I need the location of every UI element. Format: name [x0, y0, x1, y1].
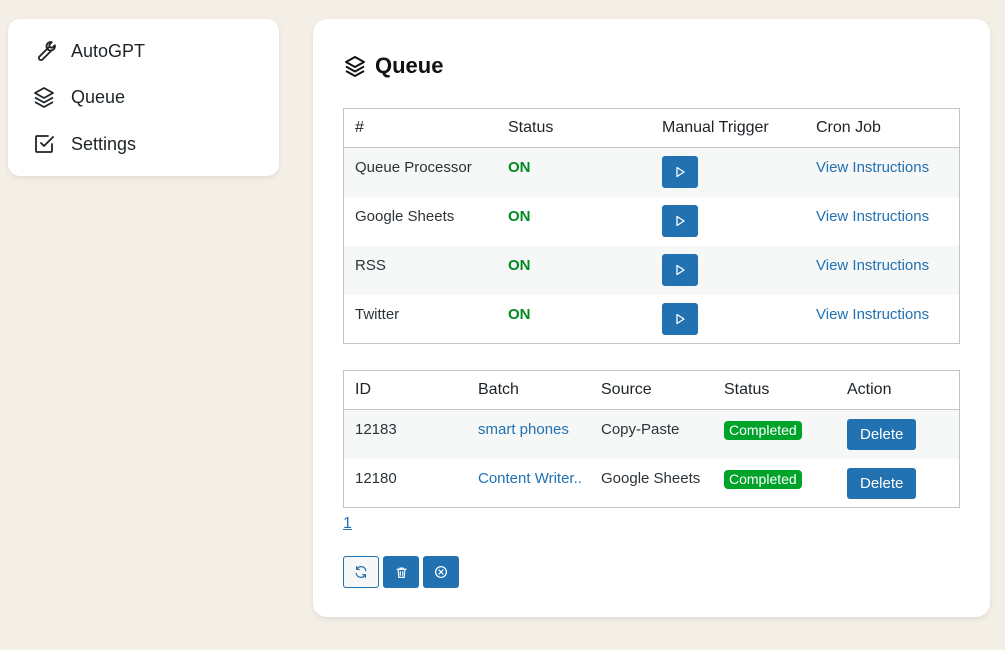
queue-id: 12183 — [343, 409, 467, 459]
status-badge: Completed — [724, 469, 802, 489]
status-on: ON — [508, 305, 531, 323]
status-badge: Completed — [724, 421, 802, 440]
delete-all-button[interactable] — [383, 556, 419, 588]
queue-id: 12180 — [355, 469, 397, 487]
table-row: Twitter ON View Instructions — [344, 295, 960, 344]
trigger-button[interactable] — [662, 156, 698, 188]
wrench-icon — [32, 39, 56, 63]
column-header: Source — [590, 370, 713, 410]
play-icon — [676, 215, 685, 226]
play-icon — [676, 264, 685, 275]
column-header: # — [343, 108, 497, 148]
status-on: ON — [508, 256, 531, 274]
table-row: 12183 smart phones Copy-Paste Completed … — [343, 409, 960, 459]
main-panel: Queue # Status Manual Trigger Cron Job Q… — [313, 19, 990, 617]
batch-link[interactable]: Content Writer.. — [478, 470, 582, 487]
layers-icon — [343, 54, 367, 78]
sidebar-item-label: AutoGPT — [71, 40, 146, 61]
table-row: Google Sheets ON View Instructions — [344, 197, 960, 246]
process-name: Google Sheets — [355, 207, 455, 225]
status-on: ON — [508, 207, 531, 225]
pagination-page-1[interactable]: 1 — [343, 515, 352, 533]
trigger-button[interactable] — [662, 204, 698, 237]
column-header: Status — [713, 370, 836, 410]
queue-toolbar — [343, 556, 459, 588]
process-name: Queue Processor — [343, 147, 497, 197]
cancel-button[interactable] — [423, 556, 459, 588]
layers-icon — [32, 85, 56, 109]
column-header: Status — [497, 108, 651, 148]
view-instructions-link[interactable]: View Instructions — [816, 208, 929, 225]
play-icon — [676, 313, 685, 324]
trigger-button[interactable] — [662, 253, 698, 286]
page-title: Queue — [343, 53, 443, 79]
status-on: ON — [508, 159, 531, 176]
checkbox-icon — [32, 132, 56, 156]
delete-button[interactable]: Delete — [847, 419, 917, 450]
process-name: RSS — [343, 245, 497, 295]
trash-icon — [395, 566, 407, 578]
sidebar-item-label: Queue — [71, 86, 126, 107]
view-instructions-link[interactable]: View Instructions — [816, 159, 929, 176]
trigger-button[interactable] — [662, 302, 698, 335]
view-instructions-link[interactable]: View Instructions — [816, 257, 929, 274]
queue-source: Google Sheets — [601, 469, 701, 487]
column-header: Manual Trigger — [651, 108, 805, 148]
process-name: Twitter — [355, 305, 400, 323]
table-row: 12180 Content Writer.. Google Sheets Com… — [344, 459, 960, 508]
page-title-text: Queue — [375, 53, 444, 78]
column-header: Batch — [467, 370, 590, 410]
delete-button[interactable]: Delete — [847, 467, 917, 499]
sidebar-item-settings[interactable]: Settings — [8, 124, 279, 164]
play-icon — [676, 166, 685, 178]
process-table: # Status Manual Trigger Cron Job Queue P… — [343, 108, 960, 344]
cancel-circle-icon — [434, 565, 448, 579]
sidebar-item-queue[interactable]: Queue — [8, 77, 279, 117]
queue-table: ID Batch Source Status Action 12183 smar… — [343, 370, 960, 508]
refresh-icon — [355, 566, 367, 578]
batch-link[interactable]: smart phones — [478, 421, 569, 438]
table-row: RSS ON View Instructions — [343, 245, 960, 295]
queue-source: Copy-Paste — [590, 409, 713, 459]
refresh-button[interactable] — [343, 556, 379, 588]
sidebar: AutoGPT Queue Settings — [8, 19, 279, 176]
column-header: Action — [836, 370, 960, 410]
column-header: ID — [343, 370, 467, 410]
sidebar-item-autogpt[interactable]: AutoGPT — [8, 31, 279, 71]
view-instructions-link[interactable]: View Instructions — [816, 306, 929, 323]
table-row: Queue Processor ON View Instructions — [343, 147, 960, 197]
sidebar-item-label: Settings — [71, 133, 137, 154]
column-header: Cron Job — [805, 108, 960, 148]
